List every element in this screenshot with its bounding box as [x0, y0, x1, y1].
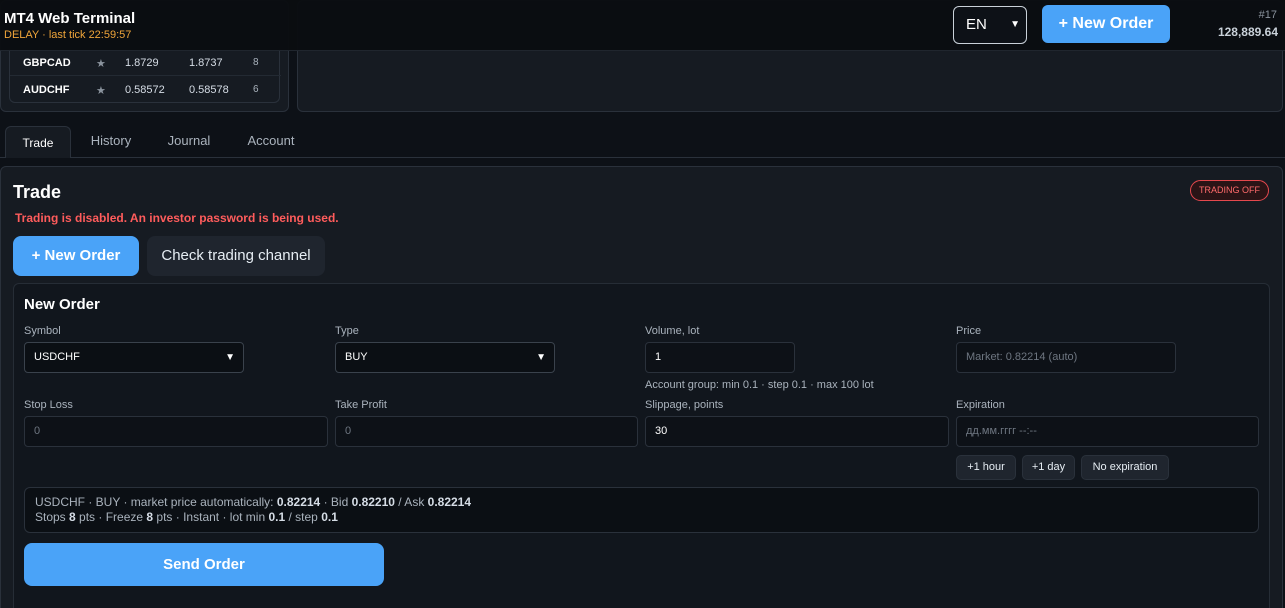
type-label: Type — [335, 325, 359, 337]
quote-bid: 1.8729 — [125, 57, 159, 69]
trade-title: Trade — [13, 182, 62, 202]
summary-lot-step: 0.1 — [321, 510, 338, 524]
summary-stops: 8 — [69, 510, 76, 524]
summary-market-price: 0.82214 — [276, 495, 321, 509]
tab-journal[interactable]: Journal — [158, 126, 220, 158]
quotes-table: GBPCAD ★ 1.8729 1.8737 8 AUDCHF ★ 0.5857… — [9, 49, 281, 103]
header-new-order-button[interactable]: + New Order — [1042, 5, 1170, 43]
summary-bid-label: · Bid — [320, 495, 352, 509]
form-title: New Order — [24, 296, 100, 313]
quote-ask: 0.58578 — [189, 84, 229, 96]
type-select[interactable]: BUY ▼ — [335, 342, 555, 373]
volume-hint: Account group: min 0.1 · step 0.1 · max … — [645, 379, 874, 391]
summary-line-2: Stops 8 pts · Freeze 8 pts · Instant · l… — [35, 510, 1248, 525]
summary-freeze-label: pts · Freeze — [75, 510, 147, 524]
summary-ask-label: / Ask — [394, 495, 428, 509]
quote-row[interactable]: AUDCHF ★ 0.58572 0.58578 6 — [10, 76, 281, 103]
quote-spread: 8 — [253, 57, 259, 68]
top-header: MT4 Web Terminal DELAY · last tick 22:59… — [0, 0, 1285, 51]
no-expiration-button[interactable]: No expiration — [1081, 455, 1169, 480]
summary-lot-min: 0.1 — [268, 510, 286, 524]
price-label: Price — [956, 325, 982, 337]
summary-lot-label: pts · Instant · lot min — [153, 510, 269, 524]
expiration-label: Expiration — [956, 399, 1005, 411]
send-order-button[interactable]: Send Order — [24, 543, 384, 586]
stop-loss-input[interactable]: 0 — [24, 416, 328, 447]
quote-spread: 6 — [253, 84, 259, 95]
quote-symbol: GBPCAD — [23, 57, 71, 69]
account-number: #17 — [1258, 9, 1277, 21]
trade-panel: Trade TRADING OFF Trading is disabled. A… — [0, 166, 1283, 608]
chevron-down-icon: ▼ — [225, 352, 235, 363]
symbol-value: USDCHF — [34, 351, 80, 363]
tab-history[interactable]: History — [80, 126, 142, 158]
quote-bid: 0.58572 — [125, 84, 165, 96]
new-order-form: New Order Symbol USDCHF ▼ Type BUY ▼ Vol… — [13, 283, 1270, 608]
account-balance: 128,889.64 — [1217, 25, 1278, 39]
summary-ask: 0.82214 — [427, 495, 472, 509]
slippage-label: Slippage, points — [645, 399, 724, 411]
price-input[interactable]: Market: 0.82214 (auto) — [956, 342, 1176, 373]
volume-input[interactable]: 1 — [645, 342, 795, 373]
quote-symbol: AUDCHF — [23, 84, 70, 96]
check-trading-channel-button[interactable]: Check trading channel — [147, 236, 325, 276]
new-order-button[interactable]: + New Order — [13, 236, 139, 276]
summary-bid: 0.82210 — [351, 495, 395, 509]
chevron-down-icon: ▼ — [1010, 19, 1020, 30]
symbol-label: Symbol — [24, 325, 61, 337]
quote-row[interactable]: GBPCAD ★ 1.8729 1.8737 8 — [10, 49, 281, 76]
language-select[interactable]: EN ▼ — [953, 6, 1027, 44]
delay-status: DELAY · last tick 22:59:57 — [4, 29, 132, 41]
star-icon[interactable]: ★ — [96, 84, 106, 97]
summary-line-1: USDCHF · BUY · market price automaticall… — [35, 495, 1248, 510]
slippage-input[interactable]: 30 — [645, 416, 949, 447]
summary-prefix: USDCHF · BUY · market price automaticall… — [35, 495, 277, 509]
type-value: BUY — [345, 351, 368, 363]
status-badge: TRADING OFF — [1190, 180, 1269, 201]
quote-ask: 1.8737 — [189, 57, 223, 69]
tab-account[interactable]: Account — [238, 126, 304, 158]
language-value: EN — [966, 16, 987, 33]
trading-disabled-warning: Trading is disabled. An investor passwor… — [15, 211, 339, 225]
tab-trade[interactable]: Trade — [5, 126, 71, 158]
tab-bar: Trade History Journal Account — [0, 126, 1285, 158]
star-icon[interactable]: ★ — [96, 57, 106, 70]
order-summary: USDCHF · BUY · market price automaticall… — [24, 487, 1259, 533]
symbol-select[interactable]: USDCHF ▼ — [24, 342, 244, 373]
app-title: MT4 Web Terminal — [4, 10, 136, 27]
plus-one-hour-button[interactable]: +1 hour — [956, 455, 1016, 480]
summary-step-label: / step — [285, 510, 322, 524]
plus-one-day-button[interactable]: +1 day — [1022, 455, 1075, 480]
expiration-input[interactable]: дд.мм.гггг --:-- — [956, 416, 1259, 447]
summary-stops-label: Stops — [35, 510, 70, 524]
stop-loss-label: Stop Loss — [24, 399, 73, 411]
chevron-down-icon: ▼ — [536, 352, 546, 363]
take-profit-label: Take Profit — [335, 399, 387, 411]
volume-label: Volume, lot — [645, 325, 700, 337]
take-profit-input[interactable]: 0 — [335, 416, 638, 447]
